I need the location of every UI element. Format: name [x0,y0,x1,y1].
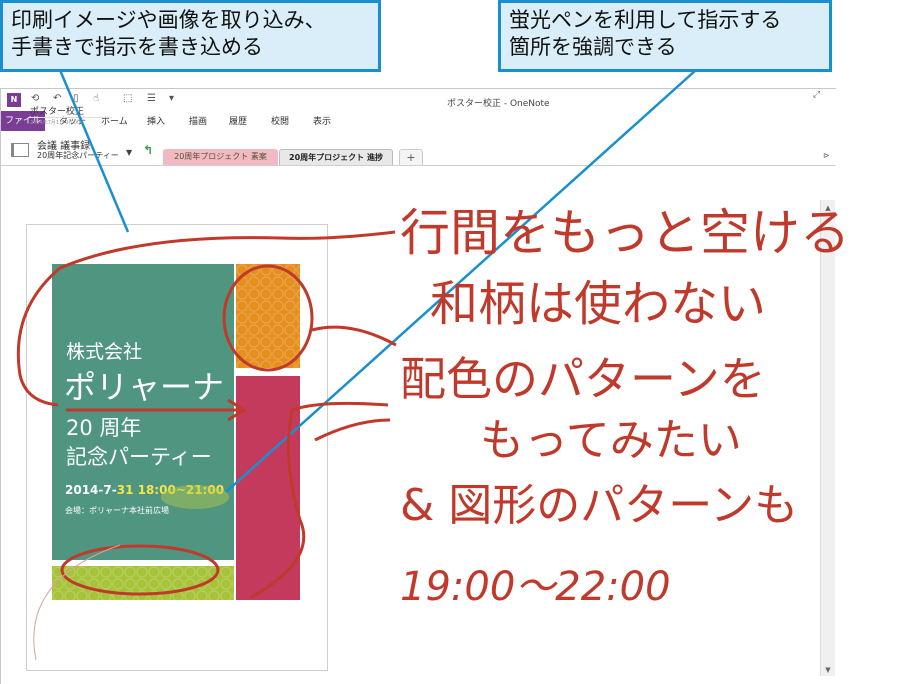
customize-toolbar-icon[interactable]: ▾ [169,93,174,104]
page-date: 2014年7月1日 10:00 [30,120,81,126]
poster-lime-pattern-panel [52,566,234,600]
callout-left-line2: 手書きで指示を書き込める [11,35,263,59]
tab-view[interactable]: 表示 [313,114,331,130]
tab-review[interactable]: 校閲 [271,114,289,130]
dock-icon[interactable]: ▯ [73,93,79,104]
poster-date-prefix: 2014-7- [65,483,117,497]
tab-draw[interactable]: 描画 [189,114,207,130]
callout-left-line1: 印刷イメージや画像を取り込み、 [11,8,326,32]
tab-insert[interactable]: 挿入 [147,114,165,130]
page-title[interactable]: ポスター校正 [30,104,84,117]
lasso-select-icon[interactable]: ⬚ [123,93,132,104]
poster-venue: 会場：ポリャーナ本社前広場 [65,506,169,515]
poster-anniversary: 20 周年 [66,416,142,440]
poster-date: 2014-7-31 18:00~21:00 [65,483,224,497]
callout-annotation-left: 印刷イメージや画像を取り込み、 手書きで指示を書き込める [0,0,381,72]
notebook-section-name[interactable]: 20周年記念パーティー [37,150,119,161]
poster-date-highlight: 31 18:00~21:00 [116,483,225,497]
page-view-icon[interactable]: ☰ [147,93,156,104]
scroll-down-icon[interactable]: ▼ [821,666,835,674]
poster-crimson-panel [236,376,300,600]
scroll-up-icon[interactable]: ▲ [821,204,835,212]
poster-party-title: 記念パーティー [66,445,212,469]
callout-annotation-right: 蛍光ペンを利用して指示する 箇所を強調できる [498,0,832,72]
notebook-icon[interactable] [11,143,29,157]
poster-company-label: 株式会社 [66,341,143,363]
notebook-dropdown-icon[interactable]: ▼ [126,148,132,157]
ribbon-tabs: ファイル タッチ ホーム 挿入 描画 履歴 校閲 表示 [1,111,836,131]
touch-mode-icon[interactable]: ☝ [93,93,99,104]
notebook-bar: 会議 議事録 20周年記念パーティー ▼ ↰ 20周年プロジェクト 素案 20周… [1,133,836,166]
window-title: ポスター校正 - OneNote [447,99,550,109]
expand-icon[interactable]: ⤢ [813,90,820,100]
tab-history[interactable]: 履歴 [229,114,247,130]
vertical-scrollbar[interactable]: ▲ ▼ [820,200,835,676]
navigate-back-icon[interactable]: ↰ [143,143,153,157]
collapse-pages-icon[interactable]: ⊳ [823,151,830,160]
callout-right-line1: 蛍光ペンを利用して指示する [509,8,782,32]
page-title-underline [28,117,112,118]
section-tab-progress[interactable]: 20周年プロジェクト 進捗 [279,149,393,165]
poster-orange-pattern-panel [236,264,300,368]
section-tab-draft[interactable]: 20周年プロジェクト 素案 [163,149,278,165]
poster-company-name: ポリャーナ [64,368,225,406]
callout-right-line2: 箇所を強調できる [509,35,677,59]
back-icon[interactable]: ⟲ [31,93,39,104]
title-bar: N ⟲ ↶ ▯ ☝ ⬚ ☰ ▾ ポスター校正 - OneNote [1,89,836,111]
add-section-button[interactable]: + [399,149,423,165]
onenote-app-icon: N [7,93,21,107]
undo-icon[interactable]: ↶ [53,93,61,104]
